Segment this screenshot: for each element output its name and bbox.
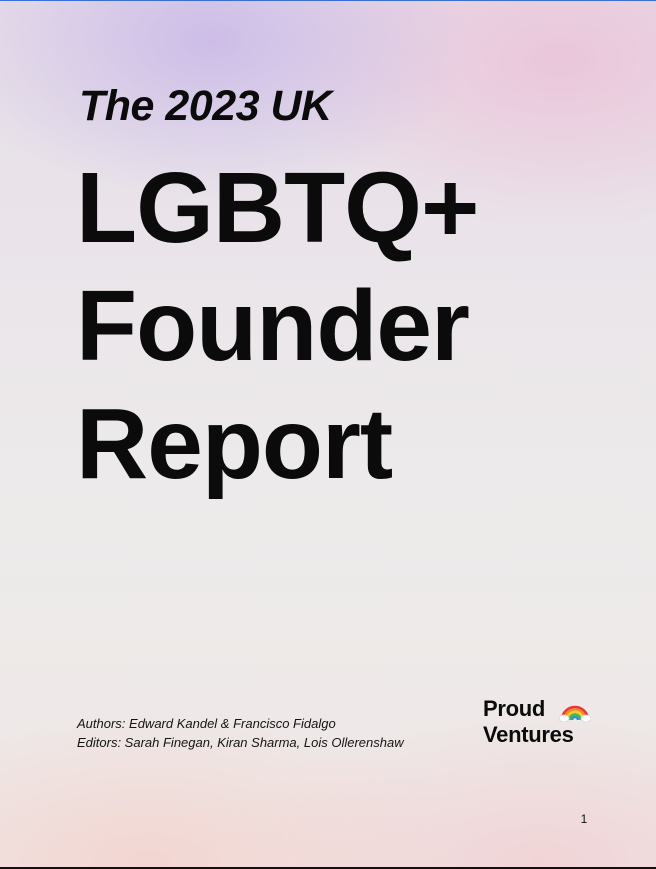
rainbow-icon (559, 705, 591, 722)
cloud-left (559, 714, 570, 722)
logo-line-2: Ventures (483, 722, 574, 747)
headline-line-3: Report (76, 388, 393, 500)
editors-line: Editors: Sarah Finegan, Kiran Sharma, Lo… (77, 735, 404, 750)
page-number: 1 (580, 812, 588, 826)
headline-line-2: Founder (76, 270, 470, 382)
report-cover-page: The 2023 UK LGBTQ+ Founder Report Author… (0, 0, 656, 869)
cover-kicker: The 2023 UK (79, 82, 332, 130)
proud-ventures-logo: Proud Ventures (483, 696, 593, 750)
credits-block: Authors: Edward Kandel & Francisco Fidal… (77, 714, 404, 752)
cover-headline: LGBTQ+ Founder Report (76, 149, 479, 503)
headline-line-1: LGBTQ+ (76, 152, 479, 264)
authors-line: Authors: Edward Kandel & Francisco Fidal… (77, 716, 336, 731)
cloud-right (580, 714, 591, 722)
rainbow-band-5 (570, 715, 580, 721)
